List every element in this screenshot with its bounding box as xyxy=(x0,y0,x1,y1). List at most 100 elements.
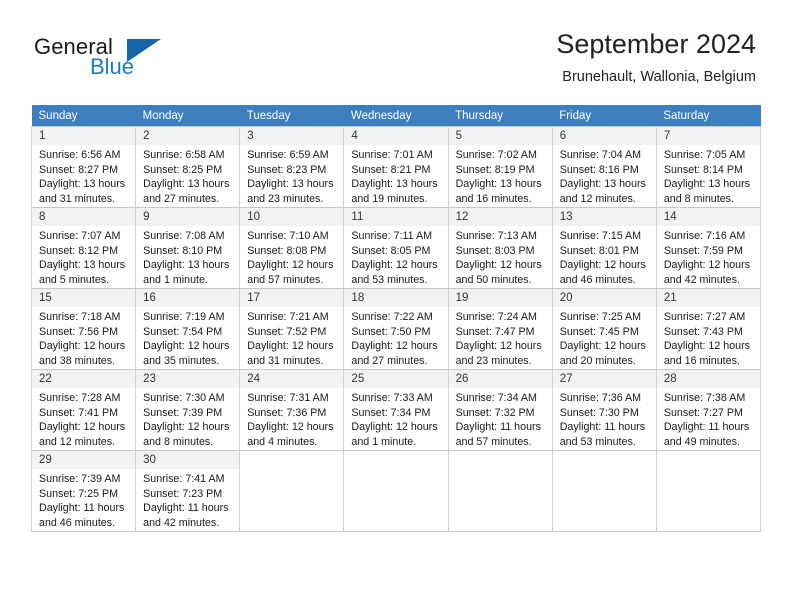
day-cell[interactable]: 16 Sunrise: 7:19 AM Sunset: 7:54 PM Dayl… xyxy=(135,288,241,370)
sunrise-text: Sunrise: 7:28 AM xyxy=(39,392,121,404)
daylight-text-line1: Daylight: 12 hours xyxy=(247,340,334,352)
weekday-header-friday: Friday xyxy=(552,105,657,127)
day-cell-empty xyxy=(552,450,657,532)
day-cell[interactable]: 2 Sunrise: 6:58 AM Sunset: 8:25 PM Dayli… xyxy=(135,126,241,208)
sunset-text: Sunset: 7:27 PM xyxy=(663,406,743,419)
day-cell[interactable]: 3 Sunrise: 6:59 AM Sunset: 8:23 PM Dayli… xyxy=(239,126,345,208)
day-cell[interactable]: 22 Sunrise: 7:28 AM Sunset: 7:41 PM Dayl… xyxy=(30,369,137,451)
calendar-grid: Sunday Monday Tuesday Wednesday Thursday… xyxy=(30,105,762,532)
day-cell[interactable]: 23 Sunrise: 7:30 AM Sunset: 7:39 PM Dayl… xyxy=(135,369,241,451)
sunrise-text: Sunrise: 7:38 AM xyxy=(663,392,746,404)
sunrise-text: Sunrise: 7:34 AM xyxy=(455,392,537,404)
week-row: 29 Sunrise: 7:39 AM Sunset: 7:25 PM Dayl… xyxy=(30,450,762,532)
day-number: 8 xyxy=(32,208,136,226)
sunset-text: Sunset: 8:14 PM xyxy=(663,163,743,176)
day-cell-empty xyxy=(343,450,449,532)
day-cell[interactable]: 30 Sunrise: 7:41 AM Sunset: 7:23 PM Dayl… xyxy=(135,450,241,532)
sunset-text: Sunset: 8:27 PM xyxy=(39,163,119,176)
sunrise-text: Sunrise: 7:01 AM xyxy=(351,149,433,161)
page-title: September 2024 xyxy=(556,29,756,59)
daylight-text-line1: Daylight: 12 hours xyxy=(351,259,438,271)
day-number: 22 xyxy=(32,370,136,388)
sunrise-text: Sunrise: 7:31 AM xyxy=(247,392,329,404)
sunset-text: Sunset: 7:25 PM xyxy=(39,487,119,500)
day-cell[interactable]: 5 Sunrise: 7:02 AM Sunset: 8:19 PM Dayli… xyxy=(448,126,553,208)
location-subtitle: Brunehault, Wallonia, Belgium xyxy=(562,69,756,85)
daylight-text-line1: Daylight: 12 hours xyxy=(247,259,334,271)
day-cell[interactable]: 12 Sunrise: 7:13 AM Sunset: 8:03 PM Dayl… xyxy=(448,207,553,289)
day-cell[interactable]: 9 Sunrise: 7:08 AM Sunset: 8:10 PM Dayli… xyxy=(135,207,241,289)
day-cell[interactable]: 13 Sunrise: 7:15 AM Sunset: 8:01 PM Dayl… xyxy=(552,207,657,289)
brand-logo[interactable]: General Blue xyxy=(34,34,254,82)
sunset-text: Sunset: 7:43 PM xyxy=(663,325,743,338)
day-cell[interactable]: 7 Sunrise: 7:05 AM Sunset: 8:14 PM Dayli… xyxy=(656,126,762,208)
day-cell[interactable]: 6 Sunrise: 7:04 AM Sunset: 8:16 PM Dayli… xyxy=(552,126,657,208)
sunset-text: Sunset: 7:32 PM xyxy=(455,406,535,419)
daylight-text-line2: and 20 minutes. xyxy=(559,354,636,367)
sunset-text: Sunset: 8:03 PM xyxy=(455,244,535,257)
day-cell[interactable]: 17 Sunrise: 7:21 AM Sunset: 7:52 PM Dayl… xyxy=(239,288,345,370)
day-cell[interactable]: 21 Sunrise: 7:27 AM Sunset: 7:43 PM Dayl… xyxy=(656,288,762,370)
day-cell[interactable]: 11 Sunrise: 7:11 AM Sunset: 8:05 PM Dayl… xyxy=(343,207,449,289)
day-number: 30 xyxy=(136,451,240,469)
daylight-text-line2: and 31 minutes. xyxy=(39,192,116,205)
day-number: 2 xyxy=(136,127,240,145)
daylight-text-line1: Daylight: 13 hours xyxy=(559,178,646,190)
daylight-text-line2: and 46 minutes. xyxy=(39,516,116,529)
daylight-text-line2: and 1 minute. xyxy=(351,435,417,448)
day-cell[interactable]: 19 Sunrise: 7:24 AM Sunset: 7:47 PM Dayl… xyxy=(448,288,553,370)
day-number: 6 xyxy=(552,127,656,145)
day-number: 9 xyxy=(136,208,240,226)
day-number: 5 xyxy=(448,127,552,145)
daylight-text-line1: Daylight: 11 hours xyxy=(455,421,541,433)
day-number: 23 xyxy=(136,370,240,388)
day-cell[interactable]: 20 Sunrise: 7:25 AM Sunset: 7:45 PM Dayl… xyxy=(552,288,657,370)
calendar-page: General Blue September 2024 Brunehault, … xyxy=(0,0,792,612)
day-number: 24 xyxy=(240,370,344,388)
sunset-text: Sunset: 7:45 PM xyxy=(559,325,639,338)
day-cell[interactable]: 1 Sunrise: 6:56 AM Sunset: 8:27 PM Dayli… xyxy=(30,126,137,208)
day-cell[interactable]: 27 Sunrise: 7:36 AM Sunset: 7:30 PM Dayl… xyxy=(552,369,657,451)
sunset-text: Sunset: 8:05 PM xyxy=(351,244,431,257)
daylight-text-line1: Daylight: 12 hours xyxy=(143,340,230,352)
daylight-text-line2: and 5 minutes. xyxy=(39,273,110,286)
daylight-text-line1: Daylight: 11 hours xyxy=(39,502,125,514)
brand-name-blue: Blue xyxy=(90,54,135,79)
daylight-text-line2: and 49 minutes. xyxy=(663,435,740,448)
sunrise-text: Sunrise: 6:58 AM xyxy=(143,149,225,161)
day-cell[interactable]: 4 Sunrise: 7:01 AM Sunset: 8:21 PM Dayli… xyxy=(343,126,449,208)
sunrise-text: Sunrise: 7:27 AM xyxy=(663,311,746,323)
sunset-text: Sunset: 7:59 PM xyxy=(663,244,743,257)
week-row: 15 Sunrise: 7:18 AM Sunset: 7:56 PM Dayl… xyxy=(30,288,762,370)
day-cell[interactable]: 15 Sunrise: 7:18 AM Sunset: 7:56 PM Dayl… xyxy=(30,288,137,370)
sunset-text: Sunset: 7:41 PM xyxy=(39,406,119,419)
day-number: 29 xyxy=(32,451,136,469)
daylight-text-line1: Daylight: 13 hours xyxy=(247,178,334,190)
day-cell[interactable]: 18 Sunrise: 7:22 AM Sunset: 7:50 PM Dayl… xyxy=(343,288,449,370)
daylight-text-line2: and 38 minutes. xyxy=(39,354,116,367)
sunset-text: Sunset: 8:25 PM xyxy=(143,163,223,176)
sunrise-text: Sunrise: 7:02 AM xyxy=(455,149,537,161)
day-cell[interactable]: 28 Sunrise: 7:38 AM Sunset: 7:27 PM Dayl… xyxy=(656,369,762,451)
day-cell[interactable]: 8 Sunrise: 7:07 AM Sunset: 8:12 PM Dayli… xyxy=(30,207,137,289)
weekday-header-monday: Monday xyxy=(135,105,240,127)
week-row: 22 Sunrise: 7:28 AM Sunset: 7:41 PM Dayl… xyxy=(30,369,762,451)
sunrise-text: Sunrise: 7:41 AM xyxy=(143,473,225,485)
day-cell[interactable]: 10 Sunrise: 7:10 AM Sunset: 8:08 PM Dayl… xyxy=(239,207,345,289)
day-number: 14 xyxy=(656,208,760,226)
sunset-text: Sunset: 7:30 PM xyxy=(559,406,639,419)
daylight-text-line2: and 1 minute. xyxy=(143,273,208,286)
day-cell[interactable]: 14 Sunrise: 7:16 AM Sunset: 7:59 PM Dayl… xyxy=(656,207,762,289)
day-number: 4 xyxy=(344,127,448,145)
day-cell[interactable]: 25 Sunrise: 7:33 AM Sunset: 7:34 PM Dayl… xyxy=(343,369,449,451)
day-cell-empty xyxy=(448,450,553,532)
day-cell[interactable]: 29 Sunrise: 7:39 AM Sunset: 7:25 PM Dayl… xyxy=(30,450,137,532)
day-cell[interactable]: 24 Sunrise: 7:31 AM Sunset: 7:36 PM Dayl… xyxy=(239,369,345,451)
daylight-text-line1: Daylight: 13 hours xyxy=(143,259,230,271)
sunset-text: Sunset: 7:56 PM xyxy=(39,325,119,338)
calendar-body: 1 Sunrise: 6:56 AM Sunset: 8:27 PM Dayli… xyxy=(30,126,762,532)
title-block: September 2024 Brunehault, Wallonia, Bel… xyxy=(556,28,756,87)
day-cell-empty xyxy=(239,450,345,532)
day-cell[interactable]: 26 Sunrise: 7:34 AM Sunset: 7:32 PM Dayl… xyxy=(448,369,553,451)
day-number: 21 xyxy=(656,289,760,307)
